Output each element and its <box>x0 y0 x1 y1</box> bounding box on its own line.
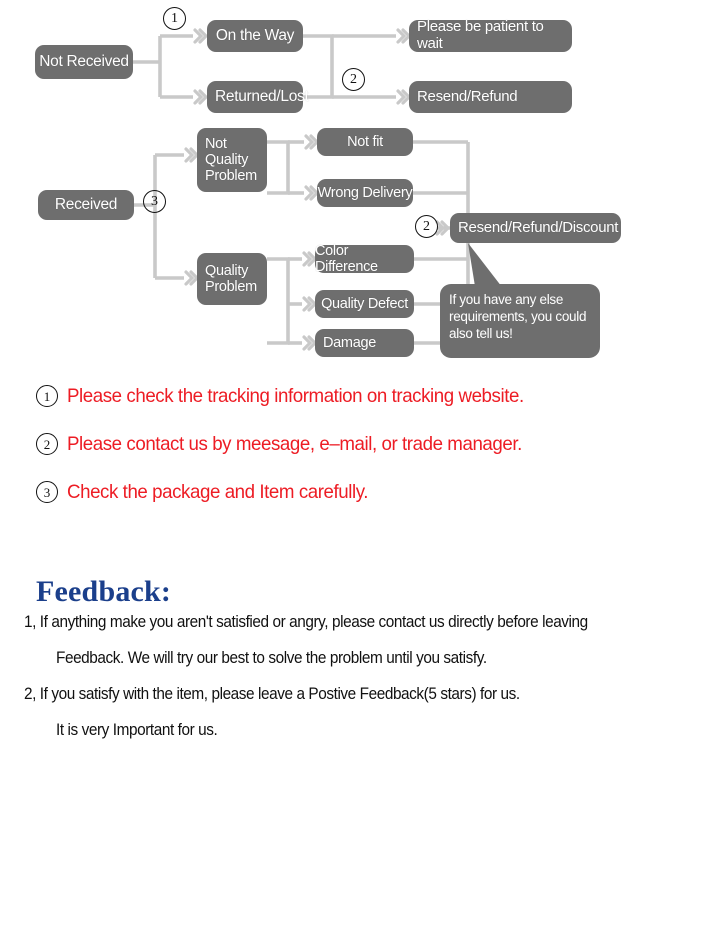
node-on-the-way: On the Way <box>207 20 303 52</box>
instruction-number: 1 <box>36 385 58 407</box>
instruction-text: Please contact us by meesage, e–mail, or… <box>67 432 522 455</box>
feedback-line: Feedback. We will try our best to solve … <box>56 649 487 667</box>
step-marker-label: 2 <box>423 218 430 234</box>
instruction-item-3: 3 Check the package and Item carefully. <box>0 468 710 516</box>
callout-text: If you have any else requirements, you c… <box>449 292 587 342</box>
node-label: On the Way <box>215 27 295 45</box>
node-label: Not Quality Problem <box>205 135 257 185</box>
instruction-text: Check the package and Item carefully. <box>67 480 369 503</box>
node-label: Received <box>54 196 118 214</box>
node-label: Color Difference <box>315 242 378 275</box>
node-returned-lost: Returned/Lost <box>207 81 309 113</box>
step-marker-label: 2 <box>350 71 357 87</box>
node-resend-refund: Resend/Refund <box>409 81 572 113</box>
node-label: Not fit <box>347 133 383 150</box>
feedback-section: Feedback: 1, If anything make you aren't… <box>0 575 710 757</box>
node-not-quality-problem: Not Quality Problem <box>197 128 267 192</box>
node-label: Damage <box>323 334 377 351</box>
node-please-be-patient-to-wait: Please be patient to wait <box>409 18 572 52</box>
node-resend-refund-discount: Resend/Refund/Discount <box>450 213 621 243</box>
node-label: Quality Problem <box>205 262 257 295</box>
instruction-item-2: 2 Please contact us by meesage, e–mail, … <box>0 420 710 468</box>
step-marker-3: 3 <box>143 190 166 213</box>
node-wrong-delivery: Wrong Delivery <box>317 179 413 207</box>
step-marker-label: 1 <box>171 10 178 26</box>
instruction-number: 2 <box>36 433 58 455</box>
instruction-text: Please check the tracking information on… <box>67 384 524 407</box>
callout-bubble: If you have any else requirements, you c… <box>440 284 600 358</box>
node-label: Resend/Refund/Discount <box>458 218 619 236</box>
node-quality-defect: Quality Defect <box>315 290 414 318</box>
node-label: Wrong Delivery <box>317 184 413 201</box>
node-damage: Damage <box>315 329 414 357</box>
step-marker-1: 1 <box>163 7 186 30</box>
feedback-heading: Feedback: <box>36 575 172 608</box>
node-label: Quality Defect <box>321 295 408 312</box>
node-not-fit: Not fit <box>317 128 413 156</box>
node-quality-problem: Quality Problem <box>197 253 267 305</box>
step-marker-2-top: 2 <box>342 68 365 91</box>
feedback-line: 2, If you satisfy with the item, please … <box>24 685 520 703</box>
step-marker-label: 3 <box>151 193 158 209</box>
return-policy-flowchart: Not Received On the Way Returned/Lost Pl… <box>0 0 710 370</box>
node-not-received: Not Received <box>35 45 133 79</box>
instruction-list: 1 Please check the tracking information … <box>0 372 710 516</box>
node-label: Resend/Refund <box>417 87 518 105</box>
node-label: Please be patient to wait <box>417 18 544 52</box>
instruction-number: 3 <box>36 481 58 503</box>
step-marker-2-bottom: 2 <box>415 215 438 238</box>
feedback-line: It is very Important for us. <box>56 721 218 739</box>
node-received: Received <box>38 190 134 220</box>
node-label: Not Received <box>39 53 129 71</box>
feedback-line: 1, If anything make you aren't satisfied… <box>24 613 588 631</box>
node-color-difference: Color Difference <box>315 242 414 275</box>
instruction-item-1: 1 Please check the tracking information … <box>0 372 710 420</box>
node-label: Returned/Lost <box>215 88 309 106</box>
